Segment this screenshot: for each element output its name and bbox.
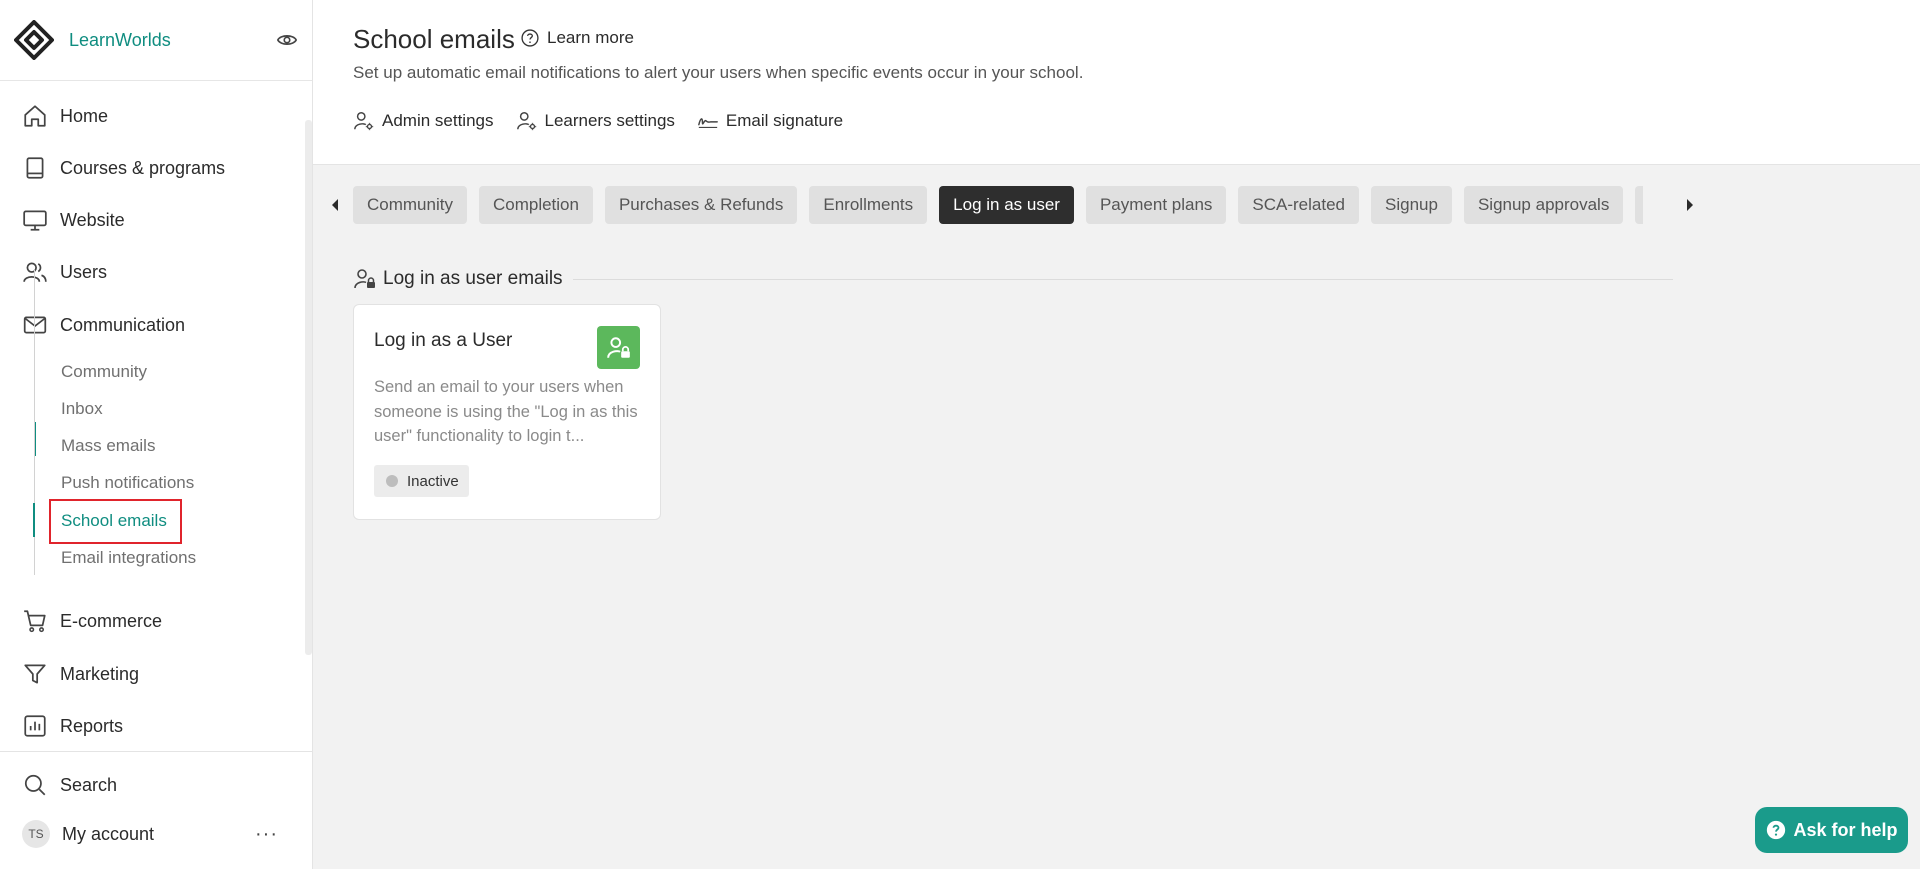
learn-more-label: Learn more	[547, 28, 634, 47]
home-icon	[24, 105, 46, 127]
learners-settings-link[interactable]: Learners settings	[516, 110, 675, 132]
tabs-scroll-right-icon[interactable]	[1683, 196, 1697, 214]
nav-label: Home	[60, 105, 109, 126]
card-title: Log in as a User	[374, 330, 513, 351]
chart-icon	[24, 715, 46, 737]
learners-settings-label: Learners settings	[544, 111, 675, 130]
brand-header: LearnWorlds	[0, 0, 312, 81]
book-icon	[26, 157, 44, 179]
nav-label: Website	[60, 209, 125, 230]
monitor-icon	[23, 210, 47, 231]
tab-signup-approvals[interactable]: Signup approvals	[1463, 186, 1624, 224]
submenu-item-inbox[interactable]: Inbox	[61, 399, 103, 419]
page-title: School emails	[353, 24, 515, 54]
card-badge	[597, 326, 640, 369]
eye-icon[interactable]	[276, 29, 298, 51]
status-label: Inactive	[407, 472, 459, 490]
help-circle-icon	[521, 29, 539, 47]
nav-item-courses[interactable]: Courses & programs	[0, 146, 305, 190]
nav-label: My account	[62, 823, 155, 844]
admin-settings-link[interactable]: Admin settings	[353, 110, 494, 132]
signature-icon	[698, 118, 718, 128]
nav-item-website[interactable]: Website	[0, 198, 305, 242]
page-header: School emails Learn more Set up automati…	[313, 0, 1920, 165]
nav-item-reports[interactable]: Reports	[0, 704, 305, 748]
highlight-box	[49, 499, 182, 544]
status-dot-icon	[386, 475, 398, 487]
nav-item-my-account[interactable]: TS My account ···	[0, 812, 305, 856]
tabs-scroll-left-icon[interactable]	[328, 196, 342, 214]
tab-overflow[interactable]	[1635, 186, 1644, 224]
user-lock-icon	[606, 336, 630, 358]
tab-community[interactable]: Community	[353, 186, 467, 224]
settings-links: Admin settings Learners settings Email s…	[353, 110, 865, 132]
submenu-active-bar	[33, 503, 35, 537]
user-lock-icon	[354, 269, 375, 289]
learn-more-link[interactable]: Learn more	[520, 28, 634, 48]
submenu-item-email-integrations[interactable]: Email integrations	[61, 548, 196, 568]
tab-signup[interactable]: Signup	[1371, 186, 1452, 224]
email-card-log-in-as-user[interactable]: Log in as a User Send an email to your u…	[353, 304, 661, 520]
learnworlds-logo-icon[interactable]	[14, 20, 54, 60]
search-icon	[24, 774, 46, 796]
status-badge: Inactive	[374, 465, 469, 497]
nav-label: E-commerce	[60, 610, 163, 631]
nav-label: Search	[60, 774, 118, 795]
tab-enrollments[interactable]: Enrollments	[809, 186, 928, 224]
ask-for-help-label: Ask for help	[1793, 819, 1898, 840]
cart-icon	[24, 610, 46, 633]
tab-purchases-refunds[interactable]: Purchases & Refunds	[604, 186, 798, 224]
user-gear-icon	[516, 112, 536, 131]
sidebar-scrollbar[interactable]	[305, 120, 312, 655]
nav-item-search[interactable]: Search	[0, 763, 305, 807]
nav-label: Courses & programs	[60, 157, 226, 178]
tab-sca-related[interactable]: SCA-related	[1238, 186, 1360, 224]
nav-label: Reports	[60, 715, 124, 736]
tab-completion[interactable]: Completion	[478, 186, 593, 224]
submenu-item-mass-emails[interactable]: Mass emails	[61, 436, 155, 456]
more-options-icon[interactable]: ···	[255, 823, 278, 846]
admin-settings-label: Admin settings	[382, 111, 494, 130]
page-subtitle: Set up automatic email notifications to …	[353, 63, 1084, 82]
nav-item-ecommerce[interactable]: E-commerce	[0, 599, 305, 643]
nav-item-home[interactable]: Home	[0, 94, 305, 138]
submenu-item-community[interactable]: Community	[61, 362, 147, 382]
email-signature-label: Email signature	[725, 111, 844, 130]
section-divider	[573, 279, 1673, 280]
nav-label: Marketing	[60, 663, 140, 684]
category-tabs: Community Completion Purchases & Refunds…	[353, 186, 1644, 224]
tab-payment-plans[interactable]: Payment plans	[1085, 186, 1227, 224]
help-circle-icon	[1767, 820, 1786, 840]
sidebar: LearnWorlds Home Courses & programs Webs…	[0, 0, 313, 869]
ask-for-help-button[interactable]: Ask for help	[1755, 807, 1908, 853]
communication-submenu: Community Inbox Mass emails Push notific…	[34, 270, 304, 492]
submenu-item-push-notifications[interactable]: Push notifications	[61, 473, 194, 493]
avatar: TS	[22, 820, 50, 848]
brand-name[interactable]: LearnWorlds	[69, 30, 171, 51]
email-signature-link[interactable]: Email signature	[697, 110, 843, 132]
section-title-label: Log in as user emails	[383, 268, 563, 289]
submenu-line	[34, 360, 35, 575]
funnel-icon	[24, 664, 46, 684]
card-description: Send an email to your users when someone…	[374, 378, 638, 445]
user-gear-icon	[354, 112, 374, 131]
sidebar-divider	[0, 751, 312, 752]
nav-item-marketing[interactable]: Marketing	[0, 652, 305, 696]
tab-log-in-as-user[interactable]: Log in as user	[939, 186, 1074, 224]
section-title: Log in as user emails	[353, 267, 563, 291]
